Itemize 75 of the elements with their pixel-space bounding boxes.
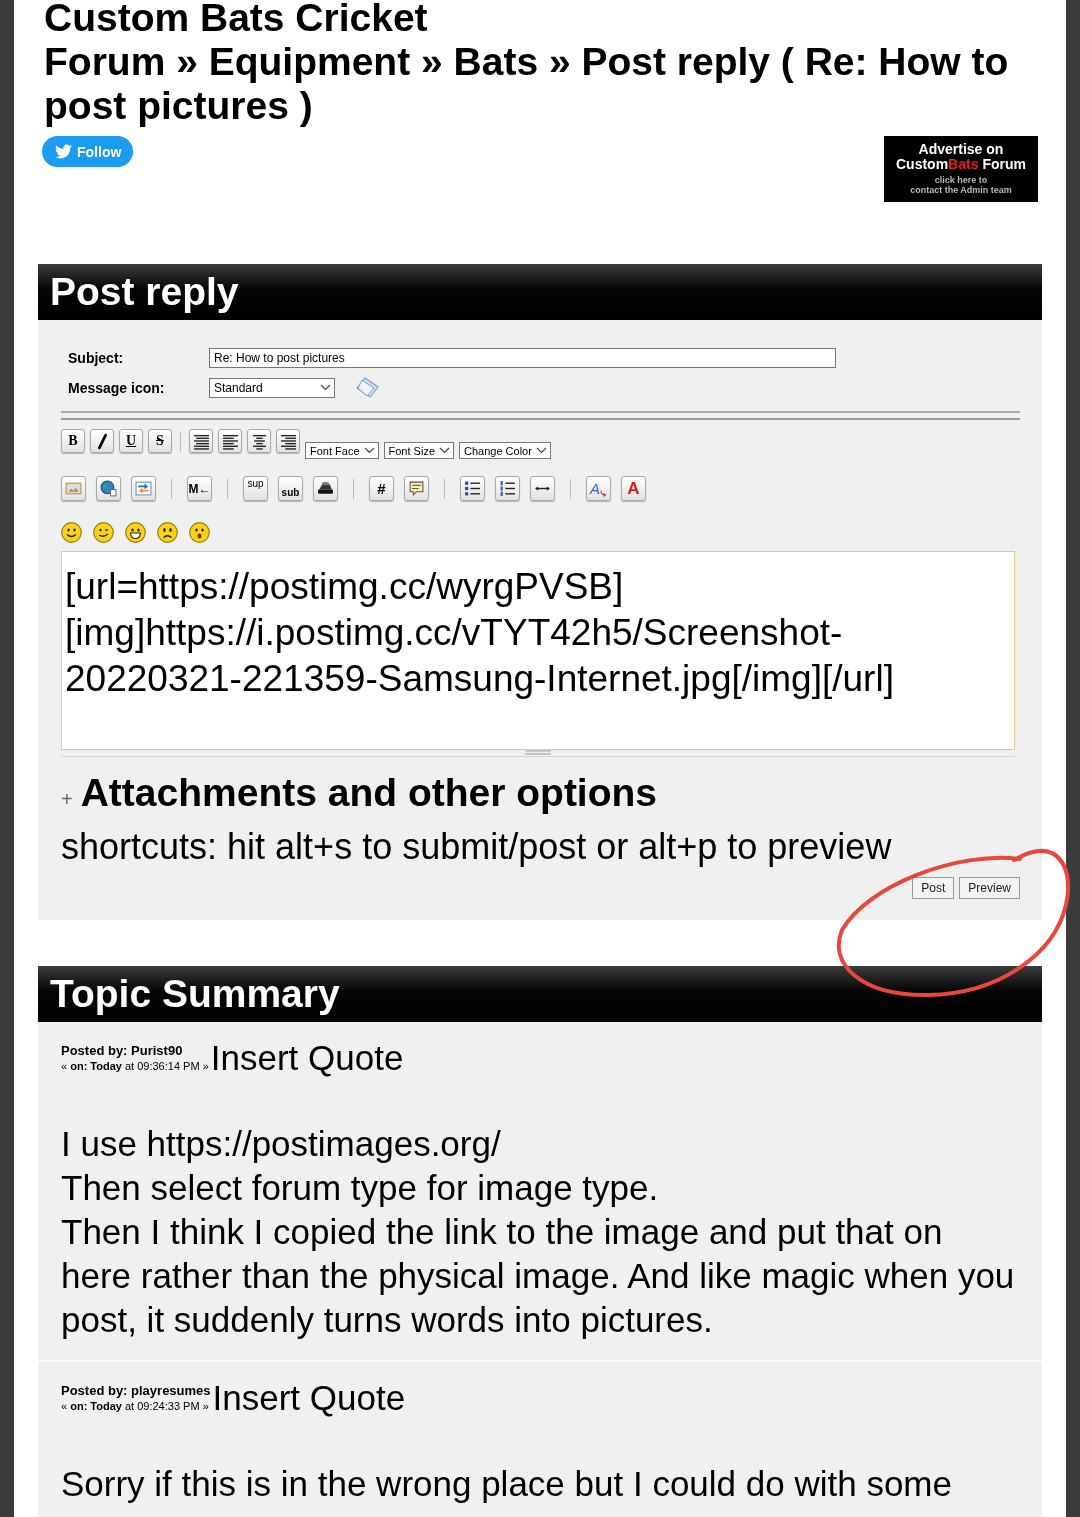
field-label: Message icon: xyxy=(68,379,166,396)
swap-arrows-icon xyxy=(135,480,152,497)
wink-face-icon[interactable] xyxy=(93,522,114,543)
format-select[interactable]: Font Face xyxy=(305,442,379,459)
section-title: Post reply xyxy=(50,270,239,314)
sad-face-icon[interactable] xyxy=(157,522,178,543)
document-icon xyxy=(356,377,379,398)
message-icon-select[interactable]: Standard xyxy=(209,377,335,398)
chevron-icon xyxy=(320,384,331,391)
expand-toggle[interactable]: + xyxy=(61,788,73,811)
color-button[interactable]: A xyxy=(621,476,646,501)
post-text: I use https://postimages.org/ Then select forum type for image type. Then I think I copied the link to the image and put that on here rather than the physical image. And like magic when you post, it suddenly turns words into pictures. xyxy=(61,1123,1016,1341)
image-button[interactable] xyxy=(61,476,86,501)
message-field[interactable]: [url=https://postimg.cc/wyrgPVSB][img]https://i.postimg.cc/vTYT42h5/Screenshot-20220321-221359-Samsung-Internet.jpg[/img][/url] xyxy=(61,551,1015,750)
field-label: Subject: xyxy=(68,350,125,366)
preview-button[interactable]: Preview xyxy=(959,877,1020,899)
post-author: Posted by: Purist90 xyxy=(61,1043,184,1059)
ad-note: click here to xyxy=(934,174,988,186)
attachments-heading[interactable]: Attachments and other options xyxy=(80,771,658,815)
chevron-icon xyxy=(439,447,450,454)
markdown-button[interactable]: M← xyxy=(187,476,212,501)
sup-button[interactable]: sup xyxy=(243,476,268,501)
advertise-banner[interactable]: Advertise on CustomBats Forum click here to contact the Admin team xyxy=(884,136,1038,202)
italic-button[interactable] xyxy=(90,429,114,453)
rule-button[interactable] xyxy=(530,476,555,501)
resize-grip-icon[interactable] xyxy=(525,750,551,755)
numbers-button[interactable] xyxy=(495,476,520,501)
bullets-button[interactable] xyxy=(460,476,485,501)
align-center-icon xyxy=(250,432,268,450)
bullet-list-icon xyxy=(464,480,481,497)
right-button[interactable] xyxy=(276,429,300,453)
center-button[interactable] xyxy=(247,429,271,453)
ad-note: contact the Admin team xyxy=(910,185,1012,196)
ad-heading: Advertise on xyxy=(918,142,1004,158)
post-author: Posted by: playresumes xyxy=(61,1383,211,1399)
picture-icon xyxy=(65,480,82,497)
subject-field[interactable]: Re: How to post pictures xyxy=(209,348,836,368)
left-button[interactable] xyxy=(218,429,242,453)
numbered-list-icon xyxy=(499,480,516,497)
code-button[interactable]: # xyxy=(369,476,394,501)
format-select[interactable]: Change Color xyxy=(459,442,551,459)
sub-button[interactable]: sub xyxy=(278,476,303,501)
post-date: « on: Today at 09:24:33 PM » xyxy=(61,1399,210,1413)
underline-button[interactable]: U xyxy=(119,429,143,453)
chevron-icon xyxy=(535,447,547,454)
align-left-icon xyxy=(221,432,239,450)
grin-face-icon[interactable] xyxy=(125,522,146,543)
bold-button[interactable]: B xyxy=(61,429,85,453)
smile-face-icon[interactable] xyxy=(61,522,82,543)
typewriter-icon xyxy=(317,480,334,497)
align-right-icon xyxy=(279,432,297,450)
typewriter-button[interactable] xyxy=(313,476,338,501)
format-select[interactable]: Font Size xyxy=(383,442,454,459)
quote-button[interactable] xyxy=(404,476,429,501)
globe-icon xyxy=(100,480,117,497)
curved-arrow-icon xyxy=(600,490,607,497)
swap-button[interactable] xyxy=(131,476,156,501)
speech-bubble-icon xyxy=(408,480,425,497)
strike-button[interactable]: S xyxy=(148,429,172,453)
justify-button[interactable] xyxy=(189,429,213,453)
insert-quote-link[interactable]: Insert Quote xyxy=(210,1038,404,1077)
bird-icon xyxy=(55,143,72,160)
shortcuts-text: shortcuts: hit alt+s to submit/post or alt+p to preview xyxy=(61,825,893,869)
font-button[interactable]: A xyxy=(586,476,611,501)
ad-brand-text: CustomBats Forum xyxy=(895,157,1026,172)
post-button[interactable]: Post xyxy=(912,877,955,899)
insert-quote-link[interactable]: Insert Quote xyxy=(212,1378,406,1417)
shocked-face-icon[interactable] xyxy=(189,522,210,543)
chevron-icon xyxy=(363,447,375,454)
post-text: Sorry if this is in the wrong place but I could do with some xyxy=(61,1463,953,1505)
page-title: Custom Bats Cricket Forum » Equipment » Bats » Post reply ( Re: How to post pictures ) xyxy=(44,0,1010,128)
section-title: Topic Summary xyxy=(50,972,340,1016)
globe-button[interactable] xyxy=(96,476,121,501)
justify-icon xyxy=(192,432,210,450)
post-date: « on: Today at 09:36:14 PM » xyxy=(61,1059,209,1073)
